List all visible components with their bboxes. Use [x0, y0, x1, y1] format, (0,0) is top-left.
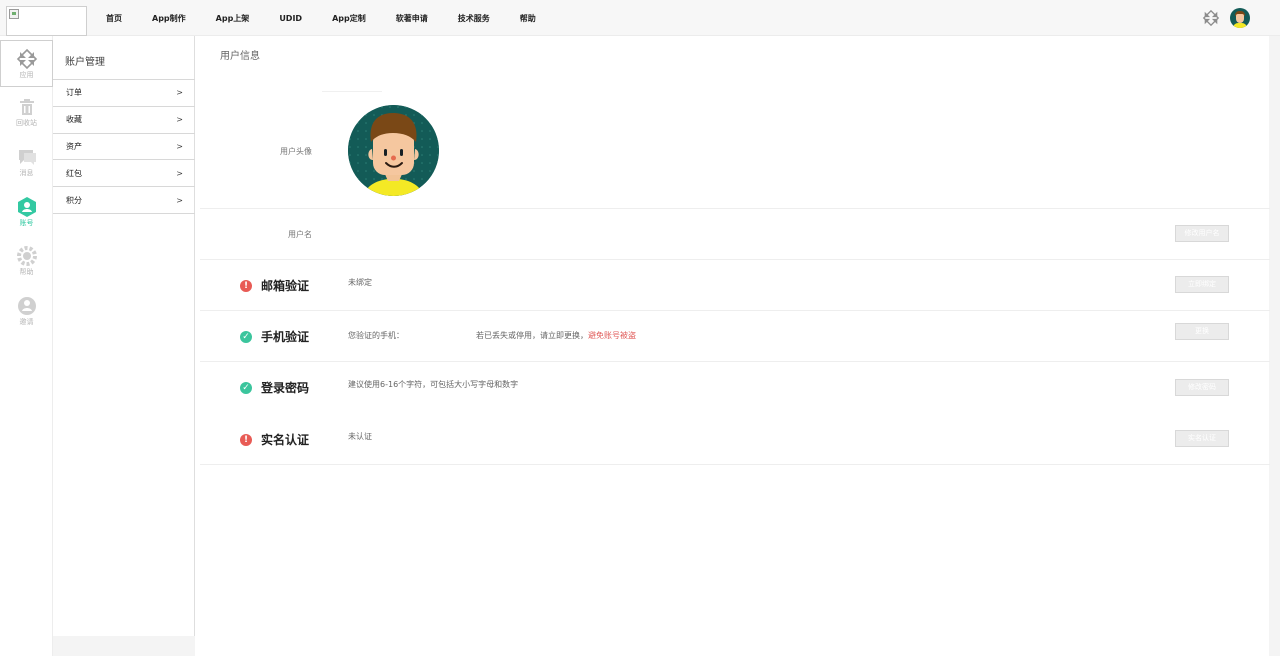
left-icon-sidebar: 应用 回收站 消息 账号 帮助 邀请	[0, 36, 53, 656]
sidebar-item-invite[interactable]: 邀请	[0, 288, 53, 335]
account-theft-warning-link: 避免账号被盗	[588, 331, 636, 340]
password-title: ✓ 登录密码	[240, 379, 360, 396]
email-verification-label: 邮箱验证	[261, 279, 310, 293]
check-circle-icon: ✓	[240, 381, 252, 394]
avatar-illustration-icon	[348, 105, 439, 196]
trash-icon	[19, 99, 34, 115]
invite-icon	[17, 297, 36, 315]
nav-software-copyright-link[interactable]: 软著申请	[396, 13, 428, 24]
warning-icon: !	[240, 279, 252, 292]
menu-item-orders[interactable]: 订单 >	[53, 80, 195, 107]
sidebar-item-recycle-bin[interactable]: 回收站	[0, 89, 53, 136]
section-divider	[200, 259, 1270, 260]
chevron-right-icon: >	[176, 88, 183, 98]
avatar-face-icon	[1236, 14, 1244, 23]
grid-icon	[16, 48, 37, 70]
sidebar-item-label: 应用	[19, 71, 34, 79]
phone-verification-label: 手机验证	[261, 330, 310, 344]
menu-list: 订单 > 收藏 > 资产 > 红包 > 积分 >	[53, 79, 195, 214]
sidebar-item-account[interactable]: 账号	[0, 189, 53, 236]
change-phone-button[interactable]: 更换	[1175, 323, 1229, 340]
change-password-button[interactable]: 修改密码	[1175, 379, 1229, 396]
email-status-text: 未绑定	[348, 278, 372, 287]
sidebar-item-messages[interactable]: 消息	[0, 139, 53, 186]
email-verification-title: ! 邮箱验证	[240, 277, 360, 294]
sidebar-item-label: 回收站	[16, 119, 37, 127]
menu-item-red-packets[interactable]: 红包 >	[53, 160, 195, 188]
section-divider	[200, 361, 1270, 362]
menu-item-label: 收藏	[66, 115, 82, 125]
chevron-right-icon: >	[176, 115, 183, 125]
menu-item-assets[interactable]: 资产 >	[53, 134, 195, 161]
menu-item-points[interactable]: 积分 >	[53, 187, 195, 214]
sidebar-item-label: 账号	[19, 219, 34, 227]
section-divider	[200, 208, 1270, 209]
real-name-button[interactable]: 实名认证	[1175, 430, 1229, 447]
user-info-content: 用户信息 用户头像 用户名 修改用户名 ! 邮箱验证 未绑定 立即绑定 ✓ 手机…	[195, 36, 1270, 656]
chevron-right-icon: >	[176, 168, 183, 178]
real-name-label: 实名认证	[261, 433, 310, 447]
broken-logo-image[interactable]	[6, 6, 87, 36]
warning-icon: !	[240, 433, 252, 446]
sidebar-item-help[interactable]: 帮助	[0, 238, 53, 285]
menu-item-label: 红包	[66, 168, 82, 178]
nav-app-listing-link[interactable]: App上架	[216, 13, 250, 24]
account-icon	[17, 197, 36, 217]
chevron-right-icon: >	[176, 195, 183, 205]
main-navigation: 首页 App制作 App上架 UDID App定制 软著申请 技术服务 帮助	[92, 0, 566, 36]
real-name-title: ! 实名认证	[240, 431, 360, 448]
message-icon	[18, 150, 36, 165]
bind-email-button[interactable]: 立即绑定	[1175, 276, 1229, 293]
password-label: 登录密码	[261, 381, 310, 395]
nav-udid-link[interactable]: UDID	[279, 14, 302, 23]
chevron-right-icon: >	[176, 141, 183, 151]
sidebar-item-label: 邀请	[19, 318, 34, 326]
help-icon	[16, 246, 37, 266]
sidebar-item-label: 消息	[19, 169, 34, 177]
user-avatar-large[interactable]	[348, 105, 439, 196]
phone-change-message: 若已丢失或停用，请立即更换，避免账号被盗	[476, 330, 636, 341]
phone-status-text: 您验证的手机：	[348, 331, 404, 340]
username-label: 用户名	[288, 230, 312, 239]
sidebar-item-apps[interactable]: 应用	[0, 40, 53, 87]
nav-app-custom-link[interactable]: App定制	[332, 13, 366, 24]
nav-app-make-link[interactable]: App制作	[152, 13, 186, 24]
top-navigation-bar: 首页 App制作 App上架 UDID App定制 软著申请 技术服务 帮助	[0, 0, 1280, 36]
sidebar-item-label: 帮助	[19, 268, 34, 276]
phone-change-warning-text: 若已丢失或停用，请立即更换，	[476, 331, 588, 340]
user-avatar[interactable]	[1230, 8, 1250, 28]
check-circle-icon: ✓	[240, 330, 252, 343]
menu-item-label: 积分	[66, 195, 82, 205]
nav-help-link[interactable]: 帮助	[520, 13, 536, 24]
menu-item-label: 资产	[66, 141, 82, 151]
page-title: 用户信息	[220, 51, 260, 62]
account-management-menu: 账户管理 订单 > 收藏 > 资产 > 红包 > 积分 >	[53, 36, 195, 636]
avatar-shirt-icon	[1233, 23, 1247, 28]
password-hint-text: 建议使用6-16个字符，可包括大小写字母和数字	[348, 380, 519, 389]
avatar-divider	[322, 91, 382, 92]
avatar-label: 用户头像	[280, 147, 312, 156]
broken-image-icon	[9, 9, 19, 19]
top-right-tools	[1202, 8, 1250, 28]
real-name-status-text: 未认证	[348, 432, 372, 441]
section-divider	[200, 310, 1270, 311]
menu-title: 账户管理	[65, 57, 105, 68]
phone-verification-title: ✓ 手机验证	[240, 328, 360, 345]
nav-tech-service-link[interactable]: 技术服务	[458, 13, 490, 24]
section-divider	[200, 464, 1270, 465]
menu-item-label: 订单	[66, 88, 82, 98]
menu-item-favorites[interactable]: 收藏 >	[53, 107, 195, 134]
grid-icon[interactable]	[1202, 9, 1220, 27]
nav-home-link[interactable]: 首页	[106, 13, 122, 24]
edit-username-button[interactable]: 修改用户名	[1175, 225, 1229, 242]
